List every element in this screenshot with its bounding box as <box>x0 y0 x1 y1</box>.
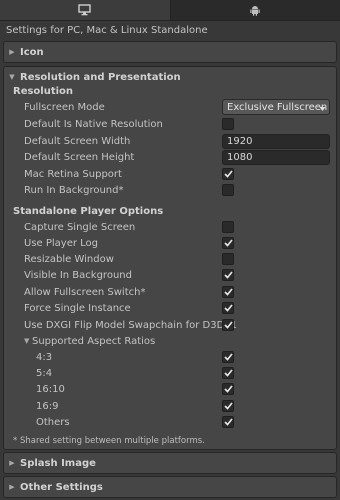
foldout-right-arrow-icon: ▶ <box>9 483 15 491</box>
other-settings-label: Other Settings <box>20 481 103 493</box>
foldout-down-arrow-icon: ▼ <box>24 337 30 345</box>
foldout-right-arrow-icon: ▶ <box>9 48 15 56</box>
default-native-checkbox[interactable] <box>222 118 234 130</box>
other-settings-section: ▶ Other Settings <box>3 476 337 498</box>
standalone-option-row: Allow Fullscreen Switch* <box>4 284 336 300</box>
checkmark-icon <box>223 321 233 329</box>
other-settings-foldout[interactable]: ▶ Other Settings <box>4 477 336 497</box>
screen-height-field[interactable]: 1080 <box>222 149 330 165</box>
aspect-ratio-row: 16:10 <box>4 381 336 397</box>
tab-standalone[interactable] <box>0 0 171 20</box>
splash-foldout[interactable]: ▶ Splash Image <box>4 453 336 473</box>
aspect-ratio-row: Others <box>4 414 336 430</box>
standalone-option-row: Use Player Log <box>4 235 336 251</box>
screen-width-row: Default Screen Width 1920 <box>4 133 336 149</box>
standalone-heading: Standalone Player Options <box>13 206 164 217</box>
fullscreen-mode-dropdown[interactable]: Exclusive Fullscreen <box>222 99 330 115</box>
standalone-option-row: Capture Single Screen <box>4 219 336 235</box>
mac-retina-checkbox[interactable] <box>222 168 234 180</box>
checkmark-icon <box>223 353 233 361</box>
resolution-foldout[interactable]: ▼ Resolution and Presentation <box>4 67 336 87</box>
checkmark-icon <box>223 418 233 426</box>
android-icon <box>249 4 261 16</box>
screen-height-label: Default Screen Height <box>24 151 135 163</box>
splash-section-label: Splash Image <box>20 457 96 469</box>
checkmark-icon <box>223 402 233 410</box>
standalone-option-label: Force Single Instance <box>24 302 131 314</box>
splash-section: ▶ Splash Image <box>3 452 337 474</box>
standalone-option-row: Use DXGI Flip Model Swapchain for D3D11 <box>4 317 336 333</box>
checkmark-icon <box>223 271 233 279</box>
default-native-row: Default Is Native Resolution <box>4 116 336 132</box>
standalone-option-row: Resizable Window <box>4 251 336 267</box>
standalone-option-checkbox[interactable] <box>222 269 234 281</box>
aspect-ratio-row: 4:3 <box>4 349 336 365</box>
aspect-ratios-foldout[interactable]: ▼ Supported Aspect Ratios <box>4 333 336 349</box>
checkmark-icon <box>223 304 233 312</box>
run-background-row: Run In Background* <box>4 182 336 198</box>
standalone-option-checkbox[interactable] <box>222 237 234 249</box>
standalone-option-label: Visible In Background <box>24 269 132 281</box>
resolution-section-label: Resolution and Presentation <box>20 71 181 83</box>
checkmark-icon <box>223 385 233 393</box>
standalone-option-label: Allow Fullscreen Switch* <box>24 286 146 298</box>
aspect-ratios-label: Supported Aspect Ratios <box>32 335 156 347</box>
icon-section-label: Icon <box>20 46 44 58</box>
standalone-option-checkbox[interactable] <box>222 253 234 265</box>
aspect-ratio-row: 16:9 <box>4 398 336 414</box>
standalone-option-checkbox[interactable] <box>222 319 234 331</box>
aspect-ratio-checkbox[interactable] <box>222 416 234 428</box>
icon-foldout[interactable]: ▶ Icon <box>4 42 336 62</box>
standalone-option-checkbox[interactable] <box>222 302 234 314</box>
aspect-ratio-label: 4:3 <box>36 351 53 363</box>
aspect-ratio-label: 16:9 <box>36 400 59 412</box>
fullscreen-mode-row: Fullscreen Mode Exclusive Fullscreen <box>4 99 336 115</box>
page-title: Settings for PC, Mac & Linux Standalone <box>6 25 208 36</box>
aspect-ratio-checkbox[interactable] <box>222 400 234 412</box>
screen-width-field[interactable]: 1920 <box>222 133 330 149</box>
mac-retina-row: Mac Retina Support <box>4 166 336 182</box>
fullscreen-mode-label: Fullscreen Mode <box>24 101 105 113</box>
standalone-option-label: Use DXGI Flip Model Swapchain for D3D11 <box>24 319 238 331</box>
tab-android[interactable] <box>171 0 340 20</box>
monitor-icon <box>78 4 91 16</box>
standalone-option-label: Use Player Log <box>24 237 99 249</box>
icon-section: ▶ Icon <box>3 41 337 63</box>
resolution-heading: Resolution <box>13 86 74 97</box>
platform-tabs <box>0 0 340 21</box>
default-native-label: Default Is Native Resolution <box>24 118 163 130</box>
screen-width-label: Default Screen Width <box>24 135 131 147</box>
foldout-down-arrow-icon: ▼ <box>9 73 15 81</box>
standalone-option-row: Force Single Instance <box>4 300 336 316</box>
chevron-down-icon <box>319 104 326 114</box>
fullscreen-mode-value: Exclusive Fullscreen <box>227 101 328 113</box>
aspect-ratio-label: 16:10 <box>36 383 65 395</box>
checkmark-icon <box>223 170 233 178</box>
aspect-ratio-checkbox[interactable] <box>222 351 234 363</box>
aspect-ratio-label: Others <box>36 416 70 428</box>
foldout-right-arrow-icon: ▶ <box>9 459 15 467</box>
shared-setting-footnote: * Shared setting between multiple platfo… <box>13 436 205 446</box>
run-background-checkbox[interactable] <box>222 184 234 196</box>
checkmark-icon <box>223 239 233 247</box>
standalone-option-row: Visible In Background <box>4 267 336 283</box>
standalone-option-label: Capture Single Screen <box>24 221 136 233</box>
mac-retina-label: Mac Retina Support <box>24 168 122 180</box>
aspect-ratio-checkbox[interactable] <box>222 383 234 395</box>
aspect-ratio-label: 5:4 <box>36 367 53 379</box>
run-background-label: Run In Background* <box>24 184 124 196</box>
standalone-option-checkbox[interactable] <box>222 221 234 233</box>
checkmark-icon <box>223 288 233 296</box>
standalone-option-label: Resizable Window <box>24 253 114 265</box>
standalone-option-checkbox[interactable] <box>222 286 234 298</box>
screen-height-row: Default Screen Height 1080 <box>4 149 336 165</box>
checkmark-icon <box>223 369 233 377</box>
resolution-section: ▼ Resolution and Presentation Resolution… <box>3 66 337 450</box>
aspect-ratio-row: 5:4 <box>4 365 336 381</box>
aspect-ratio-checkbox[interactable] <box>222 367 234 379</box>
